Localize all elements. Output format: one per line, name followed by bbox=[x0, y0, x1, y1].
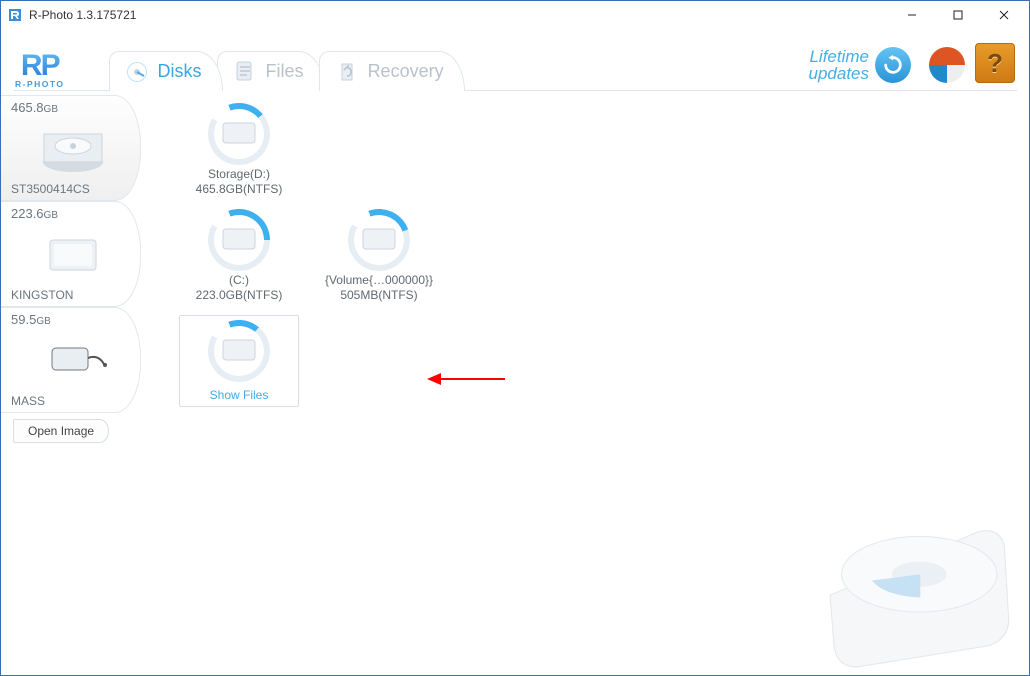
disk-item-st3500414cs[interactable]: 465.8GB ST3500414CS bbox=[1, 95, 141, 201]
disk-item-kingston[interactable]: 223.6GB KINGSTON bbox=[1, 201, 141, 307]
minimize-button[interactable] bbox=[889, 1, 935, 29]
tab-disks[interactable]: Disks bbox=[109, 51, 223, 91]
volume-storage-d[interactable]: Storage(D:)465.8GB(NTFS) bbox=[179, 103, 299, 197]
volume-selected[interactable]: Show Files bbox=[179, 315, 299, 407]
app-logo: RP R-PHOTO bbox=[15, 52, 65, 89]
annotation-arrow-icon bbox=[427, 367, 507, 391]
tab-files[interactable]: Files bbox=[217, 51, 325, 91]
help-button[interactable]: ? bbox=[975, 43, 1015, 83]
ssd-icon bbox=[38, 228, 108, 282]
main-tabs: Disks Files Recovery bbox=[109, 47, 459, 91]
open-image-button[interactable]: Open Image bbox=[13, 419, 109, 443]
language-icon[interactable] bbox=[929, 47, 965, 83]
usage-arc-icon bbox=[199, 94, 278, 173]
files-icon bbox=[232, 59, 258, 85]
title-bar: R-Photo 1.3.175721 bbox=[1, 1, 1029, 29]
maximize-button[interactable] bbox=[935, 1, 981, 29]
hdd-icon bbox=[38, 122, 108, 176]
disk-sidebar: 465.8GB ST3500414CS 223.6GB KINGSTON bbox=[1, 91, 141, 675]
volume-row-1: (C:)223.0GB(NTFS) {Volume{…000000}}505MB… bbox=[153, 205, 1017, 311]
disk-icon bbox=[124, 59, 150, 85]
decorative-disk-icon bbox=[809, 469, 1019, 669]
app-icon bbox=[7, 7, 23, 23]
show-files-link[interactable]: Show Files bbox=[210, 388, 269, 402]
recovery-icon bbox=[334, 59, 360, 85]
tab-recovery[interactable]: Recovery bbox=[319, 51, 465, 91]
usage-arc-icon bbox=[199, 200, 278, 279]
toolbar: RP R-PHOTO Disks Files Recovery bbox=[1, 29, 1029, 91]
refresh-icon bbox=[875, 47, 911, 83]
volumes-panel: Storage(D:)465.8GB(NTFS) (C:)223.0GB(NTF… bbox=[141, 91, 1029, 675]
usage-arc-icon bbox=[339, 200, 418, 279]
disk-item-mass[interactable]: 59.5GB MASS bbox=[1, 307, 141, 413]
window-title: R-Photo 1.3.175721 bbox=[29, 8, 136, 22]
app-window: R-Photo 1.3.175721 RP R-PHOTO Disks bbox=[0, 0, 1030, 676]
close-button[interactable] bbox=[981, 1, 1027, 29]
volume-c[interactable]: (C:)223.0GB(NTFS) bbox=[179, 209, 299, 303]
updates-button[interactable]: Lifetime updates bbox=[809, 47, 912, 83]
volume-row-0: Storage(D:)465.8GB(NTFS) bbox=[153, 99, 1017, 205]
content-area: 465.8GB ST3500414CS 223.6GB KINGSTON bbox=[1, 91, 1029, 675]
volume-row-2: Show Files bbox=[153, 311, 1017, 417]
usb-drive-icon bbox=[38, 334, 108, 388]
volume-guid[interactable]: {Volume{…000000}}505MB(NTFS) bbox=[319, 209, 439, 303]
usage-arc-icon bbox=[199, 311, 278, 390]
